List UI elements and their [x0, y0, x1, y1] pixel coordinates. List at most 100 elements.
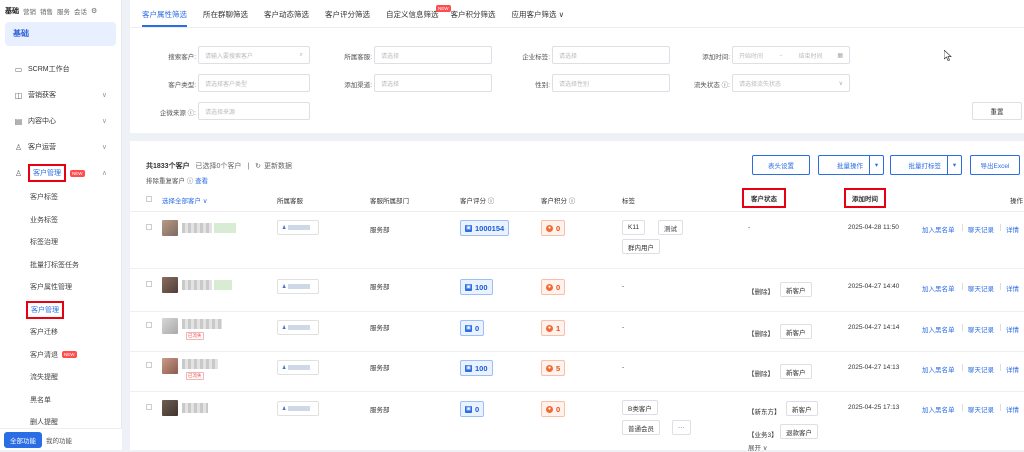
add-blacklist-link[interactable]: 加入黑名单 [922, 364, 955, 374]
refresh-icon[interactable]: ↻ [255, 163, 261, 170]
row-checkbox[interactable] [146, 224, 152, 230]
sub-customer-management[interactable]: 客户管理 [0, 299, 121, 322]
staff-select[interactable]: 请选择 [374, 46, 492, 64]
tag-chip: K11 [622, 220, 646, 235]
source-select[interactable]: 请选择来源 [198, 102, 310, 120]
chat-record-link[interactable]: 聊天记录 [968, 283, 994, 293]
channel-select[interactable]: 请选择 [374, 74, 492, 92]
add-blacklist-link[interactable]: 加入黑名单 [922, 224, 955, 234]
add-blacklist-link[interactable]: 加入黑名单 [922, 404, 955, 414]
chat-record-link[interactable]: 聊天记录 [968, 364, 994, 374]
settings-icon[interactable]: ⚙ [91, 7, 97, 15]
table-row: 已流失 ♟ 服务部 ▣ 0 ● 1 - 【删除】 新客户 2025-04-27 14… [130, 312, 1024, 352]
score-badge: ▣ 100 [460, 279, 493, 295]
source-label: 企微来源 ⓘ: [159, 110, 196, 117]
sub-batch-tag-task[interactable]: 批量打标签任务 [0, 254, 121, 277]
chat-record-link[interactable]: 聊天记录 [968, 224, 994, 234]
caret-down-icon: ▾ [869, 156, 883, 174]
churn-select[interactable]: 请选择流失状态 ∨ [732, 74, 850, 92]
add-time-cell: 2025-04-25 17:13 [848, 404, 900, 411]
tab-points-filter[interactable]: 客户积分筛选 [451, 9, 496, 27]
nav-label: 内容中心 [28, 118, 56, 125]
exclude-label: 排除重复客户 ⓘ [146, 178, 194, 185]
expand-toggle[interactable]: 展开 ∨ [748, 442, 768, 452]
staff-chip: ♟ [277, 220, 319, 235]
nav-marketing[interactable]: ◫ 营销获客 ∨ [0, 82, 121, 108]
sub-customer-migration[interactable]: 客户迁移 [0, 321, 121, 344]
tab-dynamic-filter[interactable]: 客户动态筛选 [264, 9, 309, 27]
export-excel-button[interactable]: 导出Excel [970, 155, 1020, 175]
tab-group-filter[interactable]: 所在群聊筛选 [203, 9, 248, 27]
detail-link[interactable]: 详情 [1006, 283, 1019, 293]
status-tag: 新客户 [780, 364, 812, 379]
divider [962, 324, 963, 331]
detail-link[interactable]: 详情 [1006, 364, 1019, 374]
tab-score-filter[interactable]: 客户评分筛选 [325, 9, 370, 27]
status-text: - [748, 224, 751, 231]
sub-tag-governance[interactable]: 标签治理 [0, 231, 121, 254]
sub-customer-clear[interactable]: 客户清退 NEW [0, 344, 121, 367]
corp-tag-select[interactable]: 请选择 [552, 46, 670, 64]
table-row: 已流失 ♟ 服务部 ▣ 100 ● 5 - 【删除】 新客户 2025-04-27 … [130, 352, 1024, 392]
placeholder: 请选择 [381, 81, 400, 88]
all-functions-button[interactable]: 全部功能 [4, 431, 42, 448]
nav-scrm-workbench[interactable]: ▭ SCRM工作台 [0, 56, 121, 82]
churned-tag: 已流失 [186, 372, 204, 380]
divider [1000, 283, 1001, 290]
sub-blacklist[interactable]: 黑名单 [0, 389, 121, 412]
add-time-cell: 2025-04-28 11:50 [848, 224, 899, 231]
nav-customer-ops[interactable]: ♙ 客户运营 ∨ [0, 134, 121, 160]
select-all-checkbox[interactable] [146, 196, 152, 202]
top-tab-sales[interactable]: 销售 [40, 6, 53, 16]
type-select[interactable]: 请选择客户类型 [198, 74, 310, 92]
my-functions-button[interactable]: 我的功能 [46, 435, 72, 445]
view-link[interactable]: 查看 [195, 178, 208, 185]
score-badge: ▣ 1000154 [460, 220, 510, 236]
customer-name-blurred [182, 403, 208, 413]
staff-chip: ♟ [277, 401, 319, 416]
tab-attribute-filter[interactable]: 客户属性筛选 [142, 9, 187, 27]
sub-label: 客户管理 [26, 300, 64, 319]
select-all-dropdown[interactable]: 选择全部客户 ∨ [162, 195, 208, 205]
tab-app-filter[interactable]: 应用客户筛选 ∨ [512, 9, 565, 27]
sub-customer-tags[interactable]: 客户标签 [0, 186, 121, 209]
placeholder: 请选择来源 [205, 109, 236, 116]
date-range-picker[interactable]: 开始时间 → 结束时间 ▦ [732, 46, 850, 64]
row-checkbox[interactable] [146, 281, 152, 287]
top-tab-session[interactable]: 会话 [74, 6, 87, 16]
top-tab-service[interactable]: 服务 [57, 6, 70, 16]
top-tab-marketing[interactable]: 营销 [23, 6, 36, 16]
tab-custom-filter[interactable]: 自定义信息筛选 NEW [386, 5, 451, 27]
tag-chip: B类客户 [622, 400, 658, 415]
row-checkbox[interactable] [146, 322, 152, 328]
refresh-link[interactable]: 更新数据 [264, 163, 292, 170]
batch-tag-button[interactable]: 批量打标签 ▾ [890, 155, 962, 175]
row-checkbox[interactable] [146, 404, 152, 410]
more-tags-button[interactable]: ··· [672, 420, 691, 435]
batch-ops-button[interactable]: 批量操作 ▾ [818, 155, 884, 175]
status-tag: 新客户 [786, 401, 818, 416]
top-tab-basic[interactable]: 基础 [5, 6, 19, 16]
chat-record-link[interactable]: 聊天记录 [968, 324, 994, 334]
detail-link[interactable]: 详情 [1006, 224, 1019, 234]
chat-record-link[interactable]: 聊天记录 [968, 404, 994, 414]
filter-tabs: 客户属性筛选 所在群聊筛选 客户动态筛选 客户评分筛选 自定义信息筛选 NEW … [130, 0, 1024, 28]
score-icon: ▣ [465, 283, 472, 291]
status-tag: 新客户 [780, 282, 812, 297]
nav-customer-management[interactable]: ♙ 客户管理 NEW ∧ [0, 160, 121, 186]
row-checkbox[interactable] [146, 362, 152, 368]
nav-content[interactable]: ▤ 内容中心 ∨ [0, 108, 121, 134]
column-settings-button[interactable]: 表头设置 [752, 155, 810, 175]
reset-button[interactable]: 重置 [972, 102, 1022, 120]
detail-link[interactable]: 详情 [1006, 324, 1019, 334]
sub-business-tags[interactable]: 业务标签 [0, 209, 121, 232]
gender-select[interactable]: 请选择性别 [552, 74, 670, 92]
points-value: 5 [556, 363, 561, 373]
search-input[interactable]: 请输入要搜索客户 ⌕ [198, 46, 310, 64]
add-blacklist-link[interactable]: 加入黑名单 [922, 283, 955, 293]
sub-churn-reminder[interactable]: 流失提醒 [0, 366, 121, 389]
sub-attribute-management[interactable]: 客户属性管理 [0, 276, 121, 299]
add-blacklist-link[interactable]: 加入黑名单 [922, 324, 955, 334]
header-staff: 所属客服 [277, 198, 303, 205]
detail-link[interactable]: 详情 [1006, 404, 1019, 414]
